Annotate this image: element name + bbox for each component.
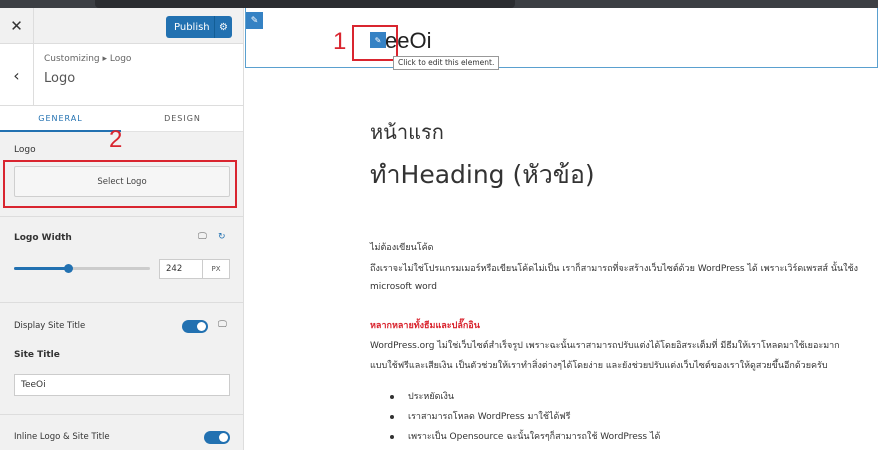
reset-icon[interactable]: ↻: [218, 232, 226, 242]
display-site-title-label: Display Site Title: [14, 321, 86, 331]
section-header: ‹ Customizing ▸ Logo Logo: [0, 44, 243, 106]
annotation-box-2: [3, 160, 237, 208]
site-title-input[interactable]: TeeOi: [14, 374, 230, 396]
logo-width-slider[interactable]: [14, 264, 150, 273]
logo-width-input[interactable]: 242: [159, 259, 203, 279]
tab-design[interactable]: DESIGN: [122, 106, 243, 132]
inline-logo-label: Inline Logo & Site Title: [14, 432, 110, 442]
publish-button[interactable]: Publish ⚙: [166, 16, 232, 38]
page-heading: หน้าแรก: [370, 120, 444, 144]
site-title-label: Site Title: [14, 350, 60, 360]
content-heading: ทำHeading (หัวข้อ): [370, 160, 595, 189]
list-item: เราสามารถโหลด WordPress มาใช้ได้ฟรี: [390, 410, 660, 430]
tab-general[interactable]: GENERAL: [0, 106, 121, 132]
browser-toolbar: [0, 0, 878, 8]
paragraph-line: microsoft word: [370, 282, 437, 292]
inline-logo-toggle[interactable]: [204, 431, 230, 444]
red-subheading: หลากหลายทั้งธีมและปลั๊กอิน: [370, 321, 480, 331]
divider: [0, 414, 243, 415]
list-item: เพราะเป็น Opensource ฉะนั้นใครๆก็สามารถใ…: [390, 430, 660, 450]
gear-icon[interactable]: ⚙: [214, 16, 232, 38]
annotation-number-1: 1: [333, 28, 347, 55]
unit-selector[interactable]: PX: [203, 259, 230, 279]
list-item: ประหยัดเงิน: [390, 390, 660, 410]
site-preview: ✎ 1 ✎ eeOi Click to edit this element. ห…: [245, 8, 878, 450]
desktop-icon[interactable]: 🖵: [218, 320, 227, 330]
back-button[interactable]: ‹: [0, 44, 34, 106]
paragraph-line: แบบใช้ฟรีและเสียเงิน เป็นตัวช่วยให้เราทำ…: [370, 361, 828, 371]
divider: [0, 216, 243, 217]
logo-width-label: Logo Width: [14, 233, 72, 243]
section-title: Logo: [44, 71, 76, 86]
breadcrumb: Customizing ▸ Logo: [44, 54, 132, 64]
customizer-header: ✕ Publish ⚙: [0, 8, 243, 44]
close-icon: ✕: [10, 17, 23, 35]
slider-fill: [14, 267, 69, 270]
chevron-left-icon: ‹: [13, 65, 20, 85]
edit-tooltip: Click to edit this element.: [393, 56, 500, 70]
desktop-icon[interactable]: 🖵: [198, 232, 207, 242]
annotation-number-2: 2: [109, 126, 123, 153]
display-site-title-toggle[interactable]: [182, 320, 208, 333]
paragraph-line: WordPress.org ไม่ใช่เว็บไซต์สำเร็จรูป เพ…: [370, 341, 840, 351]
bullet-list: ประหยัดเงิน เราสามารถโหลด WordPress มาใช…: [390, 390, 660, 450]
paragraph-line: ถึงเราจะไม่ใช่โปรแกรมเมอร์หรือเขียนโค้ดไ…: [370, 264, 859, 274]
pencil-icon[interactable]: ✎: [246, 12, 263, 29]
paragraph-line: ไม่ต้องเขียนโค้ด: [370, 243, 434, 253]
pencil-icon[interactable]: ✎: [370, 32, 386, 48]
site-logo-title[interactable]: eeOi: [385, 28, 431, 54]
publish-label: Publish: [174, 21, 210, 33]
close-customizer-button[interactable]: ✕: [0, 8, 34, 44]
address-bar[interactable]: [95, 0, 515, 8]
divider: [0, 302, 243, 303]
logo-label: Logo: [14, 145, 36, 155]
